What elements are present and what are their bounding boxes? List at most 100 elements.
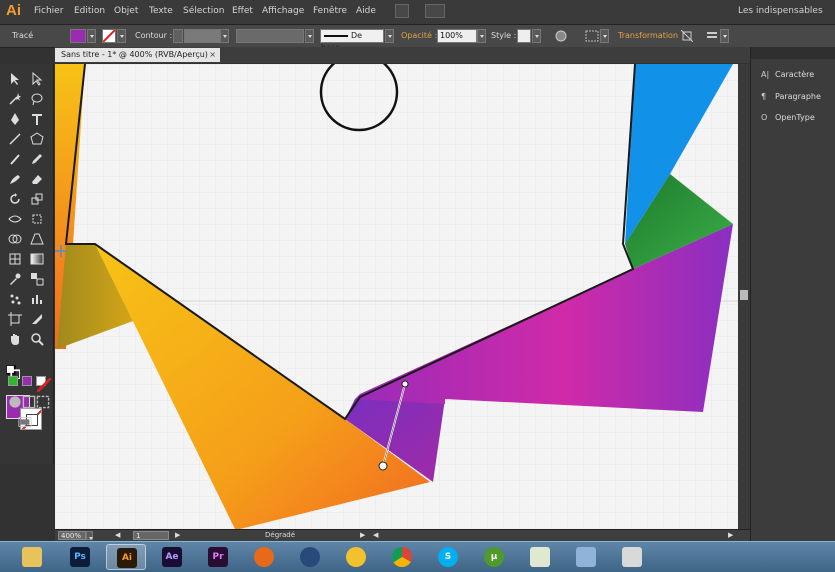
opacity-label[interactable]: Opacité :: [401, 31, 437, 40]
artboard-tool-icon[interactable]: [8, 311, 22, 326]
slice-tool-icon[interactable]: [30, 311, 44, 325]
opacity-dropdown[interactable]: [477, 29, 486, 43]
stroke-swatch[interactable]: [102, 29, 116, 43]
panel-options-dropdown[interactable]: [720, 29, 729, 43]
stroke-weight-dropdown[interactable]: [220, 29, 229, 43]
panel-menu-icon[interactable]: [706, 30, 718, 42]
default-colors-icon[interactable]: [5, 364, 21, 380]
stroke-dropdown[interactable]: [117, 29, 126, 43]
magic-wand-tool-icon[interactable]: [8, 91, 22, 105]
width-tool-icon[interactable]: [8, 211, 22, 225]
taskbar-media-player[interactable]: [336, 544, 376, 570]
hand-tool-icon[interactable]: [8, 331, 22, 345]
menu-selection[interactable]: Sélection: [183, 6, 224, 16]
draw-normal-icon[interactable]: [8, 394, 21, 408]
align-dropdown[interactable]: [600, 29, 609, 43]
transform-label[interactable]: Transformation: [618, 31, 678, 40]
menu-effet[interactable]: Effet: [232, 6, 253, 16]
taskbar-after-effects[interactable]: Ae: [152, 544, 192, 570]
scroll-right-icon[interactable]: ▶: [728, 531, 733, 539]
mesh-tool-icon[interactable]: [8, 251, 22, 265]
screen-mode-icon[interactable]: [18, 414, 34, 427]
taskbar-chart-app[interactable]: [520, 544, 560, 570]
menu-edition[interactable]: Edition: [74, 6, 105, 16]
arrange-documents-button[interactable]: [425, 4, 445, 18]
taskbar-screen-app[interactable]: [566, 544, 606, 570]
taskbar-illustrator[interactable]: Ai: [106, 544, 146, 570]
recolor-artwork-icon[interactable]: [555, 30, 567, 42]
graphic-style-dropdown[interactable]: [532, 29, 541, 43]
bridge-button[interactable]: [395, 4, 409, 18]
stroke-weight-field[interactable]: [184, 29, 220, 43]
menu-fichier[interactable]: Fichier: [34, 6, 63, 16]
prev-artboard-icon[interactable]: ◀: [115, 531, 120, 539]
taskbar-chrome[interactable]: [382, 544, 422, 570]
lasso-tool-icon[interactable]: [30, 91, 44, 106]
none-mode-button[interactable]: [36, 376, 52, 393]
fill-swatch[interactable]: [70, 29, 86, 43]
taskbar-premiere[interactable]: Pr: [198, 544, 238, 570]
swap-colors-icon[interactable]: [32, 328, 40, 336]
gradient-end-handle[interactable]: [378, 461, 388, 471]
pen-tool-icon[interactable]: [8, 111, 22, 125]
taskbar-cinema4d[interactable]: [290, 544, 330, 570]
isolate-icon[interactable]: [681, 30, 693, 42]
perspective-grid-tool-icon[interactable]: [30, 231, 44, 245]
menu-texte[interactable]: Texte: [149, 6, 173, 16]
scroll-left-icon[interactable]: ◀: [373, 531, 378, 539]
gradient-start-handle[interactable]: [401, 380, 409, 388]
taskbar-photoshop[interactable]: Ps: [60, 544, 100, 570]
taskbar-tool-app[interactable]: [612, 544, 652, 570]
fill-dropdown[interactable]: [87, 29, 96, 43]
eraser-tool-icon[interactable]: [30, 171, 44, 185]
direct-selection-tool-icon[interactable]: [30, 71, 44, 86]
zoom-field[interactable]: 400%: [58, 531, 86, 540]
column-graph-tool-icon[interactable]: [30, 291, 44, 305]
type-tool-icon[interactable]: [30, 111, 44, 125]
taskbar-skype[interactable]: S: [428, 544, 468, 570]
next-artboard-icon[interactable]: ▶: [175, 531, 180, 539]
panel-caractere[interactable]: A| Caractère: [761, 70, 814, 79]
shape-builder-tool-icon[interactable]: [8, 231, 22, 245]
menu-aide[interactable]: Aide: [356, 6, 376, 16]
zoom-dropdown[interactable]: [86, 531, 93, 540]
document-tab[interactable]: Sans titre - 1* @ 400% (RVB/Aperçu) ×: [55, 48, 220, 62]
taskbar-utorrent[interactable]: µ: [474, 544, 514, 570]
brush-dropdown[interactable]: [385, 29, 394, 43]
draw-inside-icon[interactable]: [36, 394, 50, 409]
line-tool-icon[interactable]: [8, 131, 22, 145]
menu-fenetre[interactable]: Fenêtre: [313, 6, 347, 16]
rotate-tool-icon[interactable]: [8, 191, 22, 205]
blob-brush-tool-icon[interactable]: [8, 171, 22, 185]
menu-objet[interactable]: Objet: [114, 6, 138, 16]
blend-tool-icon[interactable]: [30, 271, 44, 286]
artwork[interactable]: [55, 64, 738, 529]
panel-paragraphe[interactable]: ¶ Paragraphe: [761, 92, 821, 101]
opacity-field[interactable]: 100%: [437, 29, 477, 43]
free-transform-tool-icon[interactable]: [30, 211, 44, 225]
variable-width-profile[interactable]: [236, 29, 304, 43]
artboard-number-field[interactable]: 1: [133, 531, 169, 540]
eyedropper-tool-icon[interactable]: [8, 271, 22, 285]
color-mode-button[interactable]: [8, 376, 18, 386]
brush-definition[interactable]: De base: [320, 29, 384, 52]
gradient-mode-button[interactable]: [22, 376, 32, 386]
close-tab-icon[interactable]: ×: [209, 48, 216, 62]
paintbrush-tool-icon[interactable]: [8, 151, 22, 165]
taskbar-explorer[interactable]: [12, 544, 52, 570]
profile-dropdown[interactable]: [305, 29, 314, 43]
artboard-canvas[interactable]: [55, 64, 738, 529]
status-menu-icon[interactable]: ▶: [360, 531, 365, 539]
gradient-tool-icon[interactable]: [30, 251, 44, 265]
vertical-scroll-thumb[interactable]: [740, 290, 748, 300]
draw-behind-icon[interactable]: [22, 394, 36, 409]
stroke-weight-stepper[interactable]: [173, 29, 183, 43]
scale-tool-icon[interactable]: [30, 191, 44, 205]
workspace-switcher[interactable]: Les indispensables: [738, 6, 823, 16]
menu-affichage[interactable]: Affichage: [262, 6, 304, 16]
align-icon[interactable]: [585, 30, 599, 42]
symbol-sprayer-tool-icon[interactable]: [8, 291, 22, 305]
pencil-tool-icon[interactable]: [30, 151, 44, 165]
taskbar-firefox[interactable]: [244, 544, 284, 570]
graphic-style-swatch[interactable]: [517, 29, 531, 43]
